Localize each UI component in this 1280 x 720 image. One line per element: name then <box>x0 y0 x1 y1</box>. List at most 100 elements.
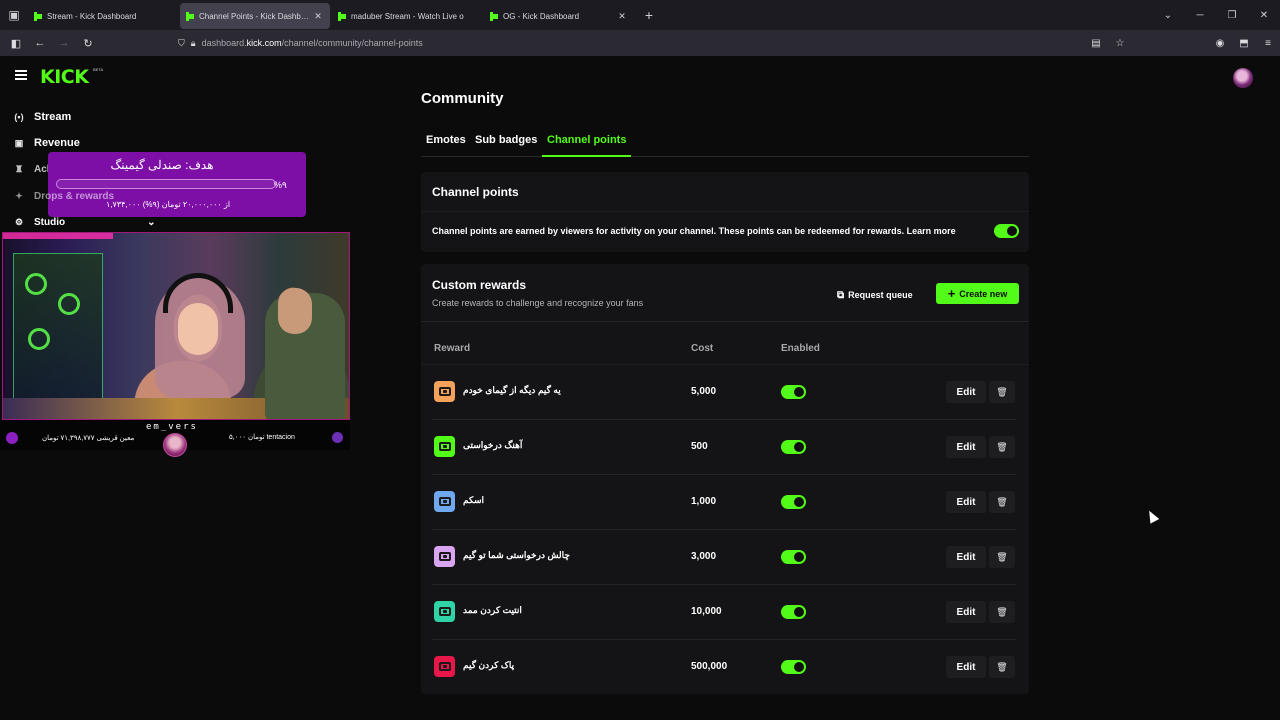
browser-tab-bar: ▣ Stream - Kick Dashboard Channel Points… <box>0 0 1280 30</box>
tab-sub-badges[interactable]: Sub badges <box>470 134 542 157</box>
goal-title: هدف: صندلی گیمینگ <box>110 158 214 172</box>
reward-cost: 500 <box>691 441 708 452</box>
reward-cost: 1,000 <box>691 496 717 507</box>
reload-icon[interactable]: ↻ <box>76 37 100 50</box>
edit-reward-button[interactable]: Edit <box>946 436 986 458</box>
sidebar-item-drops[interactable]: ✦ Drops & rewards <box>12 191 114 202</box>
reward-icon <box>434 656 455 677</box>
gift-icon: ✦ <box>15 191 23 201</box>
close-tab-icon[interactable]: ✕ <box>312 11 324 22</box>
sidebar-toggle-icon[interactable]: ◧ <box>4 37 28 50</box>
trash-icon[interactable]: 🗑︎ <box>989 656 1015 678</box>
sidebar-item-studio[interactable]: ⚙ Studio ⌄ <box>12 217 156 228</box>
custom-rewards-title: Custom rewards <box>432 278 527 292</box>
table-row: پاک کردن گیم 500,000 Edit 🗑︎ <box>421 640 1029 695</box>
reward-cost: 500,000 <box>691 661 728 672</box>
menu-icon[interactable]: ≡ <box>1256 38 1280 49</box>
back-icon[interactable]: ← <box>28 37 52 49</box>
guest-face <box>278 288 312 334</box>
browser-tab-active[interactable]: Channel Points - Kick Dashboard ✕ <box>180 3 330 29</box>
reward-enabled-toggle[interactable] <box>781 550 806 564</box>
reward-name: اسکم <box>463 495 485 505</box>
trash-icon[interactable]: 🗑︎ <box>989 546 1015 568</box>
close-window-icon[interactable]: ✕ <box>1248 10 1280 21</box>
goal-progress-bar <box>56 179 276 189</box>
extensions-icon[interactable]: ⬒ <box>1232 38 1256 49</box>
request-queue-label: Request queue <box>848 290 913 300</box>
user-avatar[interactable] <box>1233 68 1253 88</box>
edit-reward-button[interactable]: Edit <box>946 491 986 513</box>
reward-enabled-toggle[interactable] <box>781 660 806 674</box>
edit-reward-button[interactable]: Edit <box>946 601 986 623</box>
trash-icon[interactable]: 🗑︎ <box>989 601 1015 623</box>
tab-overview-icon[interactable]: ▣ <box>0 0 28 30</box>
tab-emotes[interactable]: Emotes <box>421 134 471 157</box>
forward-icon[interactable]: → <box>52 37 76 49</box>
trash-icon[interactable]: 🗑︎ <box>989 381 1015 403</box>
kick-dashboard-page: KICK BETA (•) Stream ▣ Revenue ♜ Achieve… <box>0 56 1280 720</box>
reward-enabled-toggle[interactable] <box>781 495 806 509</box>
mouse-cursor <box>1144 508 1160 524</box>
url-bar[interactable]: ⛉ 🔒︎ dashboard. kick.com/channel/communit… <box>178 34 1128 52</box>
create-new-button[interactable]: + Create new <box>936 283 1019 304</box>
headset <box>163 273 233 313</box>
tab-channel-points[interactable]: Channel points <box>542 134 632 157</box>
sidebar-item-label: Studio <box>34 217 66 228</box>
close-tab-icon[interactable]: ✕ <box>616 11 628 22</box>
reader-view-icon[interactable]: ▤ <box>1084 38 1108 49</box>
sidebar-item-label: Stream <box>34 111 72 123</box>
reward-icon <box>434 436 455 457</box>
new-tab-button[interactable]: + <box>636 7 662 23</box>
browser-tab[interactable]: maduber Stream - Watch Live o <box>332 3 482 29</box>
fan-icon <box>25 273 47 295</box>
webcam-overlay <box>2 232 350 420</box>
pc-case <box>13 253 103 403</box>
minimize-icon[interactable]: ─ <box>1184 10 1216 21</box>
kick-favicon-icon <box>34 11 42 21</box>
column-header-reward: Reward <box>434 343 471 354</box>
lock-icon[interactable]: 🔒︎ <box>191 38 196 49</box>
kick-favicon-icon <box>338 11 346 21</box>
sidebar-item-stream[interactable]: (•) Stream <box>12 111 71 123</box>
reward-name: یه گیم دیگه از گیمای خودم <box>463 385 561 395</box>
reward-enabled-toggle[interactable] <box>781 605 806 619</box>
external-link-icon: ⧉ <box>837 289 845 301</box>
kick-logo[interactable]: KICK <box>40 66 89 88</box>
reward-cost: 10,000 <box>691 606 722 617</box>
channel-points-toggle[interactable] <box>994 224 1019 238</box>
browser-tab[interactable]: OG - Kick Dashboard ✕ <box>484 3 634 29</box>
reward-name: آهنگ درخواستی <box>463 440 523 450</box>
custom-rewards-card: Custom rewards Create rewards to challen… <box>421 264 1029 694</box>
account-icon[interactable]: ◉ <box>1208 38 1232 49</box>
channel-points-header: Channel points <box>421 172 1029 212</box>
revenue-icon: ▣ <box>14 137 24 148</box>
restore-icon[interactable]: ❐ <box>1216 10 1248 21</box>
page-title: Community <box>421 90 504 107</box>
reward-cost: 5,000 <box>691 386 717 397</box>
edit-reward-button[interactable]: Edit <box>946 546 986 568</box>
studio-icon: ⚙ <box>14 217 24 227</box>
reward-enabled-toggle[interactable] <box>781 385 806 399</box>
ticker-left-text: معین قریشی ۷۱,۳۹۸,۷۷۷ تومان <box>42 435 135 442</box>
tab-list-icon[interactable]: ⌄ <box>1152 10 1184 21</box>
browser-tab[interactable]: Stream - Kick Dashboard <box>28 3 178 29</box>
reward-enabled-toggle[interactable] <box>781 440 806 454</box>
hamburger-menu-icon[interactable] <box>15 70 27 80</box>
request-queue-button[interactable]: ⧉ Request queue <box>837 285 913 305</box>
trophy-icon: ♜ <box>14 164 24 174</box>
edit-reward-button[interactable]: Edit <box>946 656 986 678</box>
sidebar-item-revenue[interactable]: ▣ Revenue <box>12 137 80 149</box>
trash-icon[interactable]: 🗑︎ <box>989 436 1015 458</box>
trash-icon[interactable]: 🗑︎ <box>989 491 1015 513</box>
edit-reward-button[interactable]: Edit <box>946 381 986 403</box>
url-host: kick.com <box>246 38 282 48</box>
shield-icon[interactable]: ⛉ <box>178 38 185 49</box>
ticker-dot <box>6 432 18 444</box>
browser-toolbar-right: ▤ ☆ ◉ ⬒ ≡ <box>1084 30 1280 56</box>
table-row: یه گیم دیگه از گیمای خودم 5,000 Edit 🗑︎ <box>421 365 1029 420</box>
goal-amount: ۱,۷۳۴,۰۰۰ از ۲۰,۰۰۰,۰۰۰ تومان (۹%) <box>106 200 231 209</box>
bookmark-star-icon[interactable]: ☆ <box>1108 38 1132 49</box>
streamer-avatar <box>163 433 187 457</box>
chevron-down-icon[interactable]: ⌄ <box>147 217 155 228</box>
table-row: چالش درخواستی شما تو گیم 3,000 Edit 🗑︎ <box>421 530 1029 585</box>
